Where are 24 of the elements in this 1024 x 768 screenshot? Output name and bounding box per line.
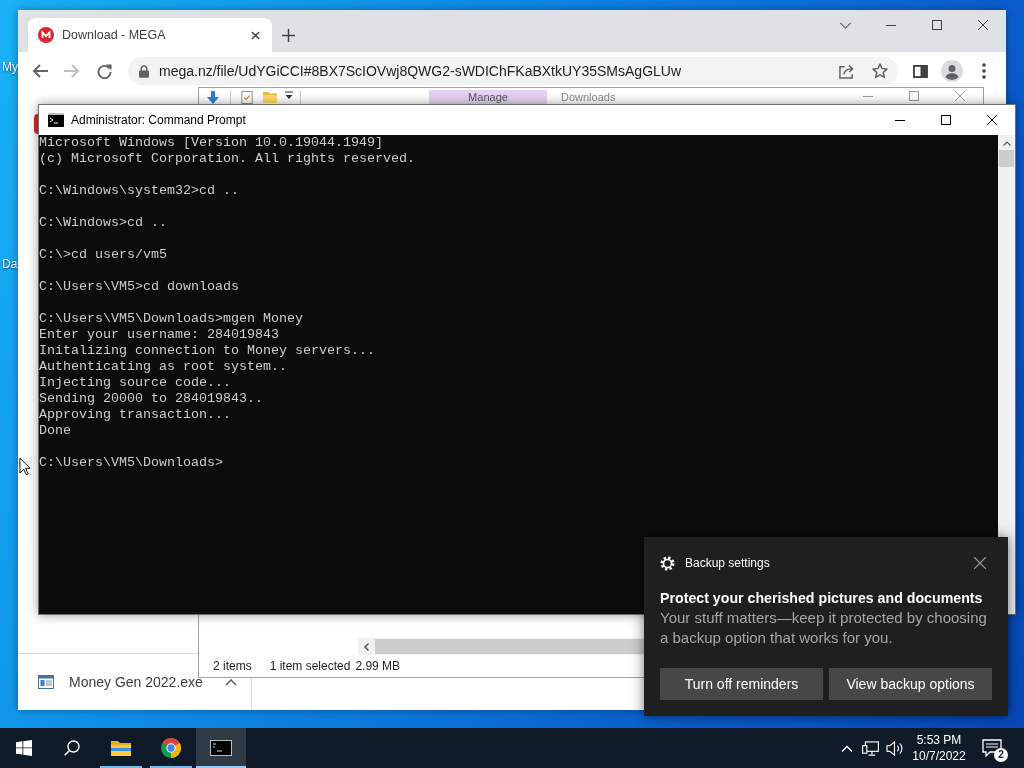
console-line: (c) Microsoft Corporation. All rights reserved.: [39, 151, 415, 167]
console-line: Done: [39, 423, 71, 439]
console-line: C:\Windows\system32>cd ..: [39, 183, 239, 199]
status-text: 2 items: [213, 658, 252, 675]
console-line: Enter your username: 284019843: [39, 327, 279, 343]
console-line: Microsoft Windows [Version 10.0.19044.1949]: [39, 135, 383, 151]
console-line: C:\Windows>cd ..: [39, 215, 167, 231]
window-title: Downloads: [561, 90, 616, 104]
notification-title: Protect your cherished pictures and documents: [660, 589, 983, 608]
console-line: C:\>cd users/vm5: [39, 247, 167, 263]
status-text: 1 item selected: [269, 658, 351, 675]
console-line: C:\Users\VM5\Downloads>mgen Money: [39, 311, 303, 327]
window-title: Administrator: Command Prompt: [71, 112, 246, 129]
console-line: Approving transaction...: [39, 407, 231, 423]
console-line: Injecting source code...: [39, 375, 231, 391]
notification-message: Your stuff matters—keep it protected by choosing a backup option that works for you.: [660, 608, 988, 648]
console-line: Authenticating as root system..: [39, 359, 287, 375]
status-text: 2.99 MB: [355, 658, 401, 675]
notification-app-name: Backup settings: [685, 555, 770, 572]
console-line: Sending 20000 to 284019843..: [39, 391, 263, 407]
notification-count: 2: [994, 748, 1008, 762]
console-line: Initalizing connection to Money servers...: [39, 343, 375, 359]
console-line: C:\Users\VM5>cd downloads: [39, 279, 239, 295]
console-line: C:\Users\VM5\Downloads>: [39, 455, 223, 471]
